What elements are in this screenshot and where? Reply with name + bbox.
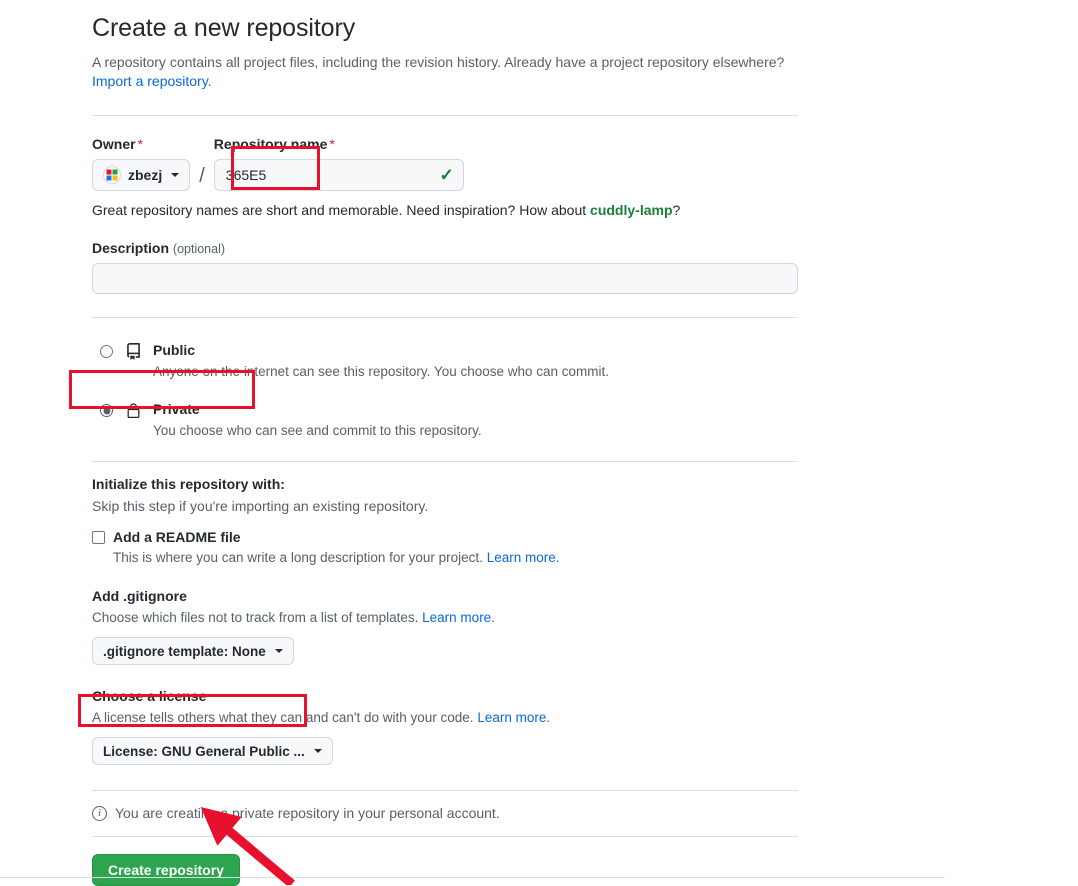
owner-field: Owner * zbezj	[92, 136, 191, 192]
gitignore-learn-more-link[interactable]: Learn more.	[422, 610, 495, 625]
check-icon: ✓	[439, 165, 454, 185]
repository-name-hint: Great repository names are short and mem…	[92, 202, 798, 218]
repository-name-input-wrap: ✓	[213, 159, 464, 192]
readme-label: Add a README file	[113, 529, 241, 546]
info-icon: i	[92, 805, 107, 821]
initialize-section: Initialize this repository with: Skip th…	[92, 462, 798, 766]
license-description: A license tells others what they can and…	[92, 710, 798, 725]
account-info-row: i You are creating a private repository …	[92, 805, 798, 821]
readme-description-text: This is where you can write a long descr…	[113, 550, 483, 566]
page-subtitle: A repository contains all project files,…	[92, 54, 785, 70]
owner-select-button[interactable]: zbezj	[92, 159, 191, 192]
gitignore-description-text: Choose which files not to track from a l…	[92, 610, 419, 626]
gitignore-section: Add .gitignore Choose which files not to…	[92, 588, 798, 666]
owner-name-text: zbezj	[128, 167, 163, 184]
repository-name-hint-suffix: ?	[672, 202, 681, 219]
create-repository-form: Create a new repository A repository con…	[92, 0, 798, 886]
chevron-down-icon	[313, 749, 322, 754]
chevron-down-icon	[274, 649, 283, 654]
license-select[interactable]: License: GNU General Public ...	[92, 737, 333, 766]
owner-label: Owner *	[92, 136, 144, 153]
gitignore-template-label: .gitignore template: None	[103, 643, 266, 659]
initialize-title: Initialize this repository with:	[92, 476, 285, 493]
description-input[interactable]	[92, 263, 798, 295]
repository-name-field: Repository name* ✓	[213, 136, 464, 192]
gitignore-description: Choose which files not to track from a l…	[92, 610, 798, 625]
readme-learn-more-link[interactable]: Learn more.	[487, 550, 560, 565]
initialize-subtitle: Skip this step if you're importing an ex…	[92, 498, 429, 515]
create-repository-button[interactable]: Create repository	[92, 854, 240, 886]
repository-name-label: Repository name *	[213, 136, 335, 153]
divider-footer	[92, 836, 798, 838]
suggested-name-link[interactable]: cuddly-lamp	[590, 202, 672, 218]
description-label: Description (optional)	[92, 240, 226, 257]
visibility-public-text: Public Anyone on the internet can see th…	[153, 342, 798, 379]
path-separator: /	[199, 165, 205, 188]
visibility-public-description: Anyone on the internet can see this repo…	[153, 364, 610, 380]
visibility-private-text: Private You choose who can see and commi…	[153, 401, 798, 438]
gitignore-title: Add .gitignore	[92, 588, 187, 605]
license-learn-more-link[interactable]: Learn more.	[477, 710, 550, 725]
license-title: Choose a license	[92, 688, 207, 705]
visibility-private-name: Private	[153, 401, 200, 418]
license-section: Choose a license A license tells others …	[92, 688, 798, 766]
radio-private[interactable]	[100, 404, 113, 418]
repository-name-hint-prefix: Great repository names are short and mem…	[92, 202, 591, 219]
import-repository-link[interactable]: Import a repository.	[92, 73, 212, 89]
account-info-text: You are creating a private repository in…	[115, 805, 500, 822]
visibility-option-private[interactable]: Private You choose who can see and commi…	[92, 393, 798, 440]
visibility-option-public[interactable]: Public Anyone on the internet can see th…	[92, 334, 798, 381]
page-bottom-rule	[0, 877, 945, 878]
readme-description: This is where you can write a long descr…	[113, 550, 798, 565]
owner-name-row: Owner * zbezj / Repository name * 365E5 …	[92, 136, 798, 192]
repository-name-input[interactable]	[213, 159, 464, 192]
description-field: Description (optional)	[92, 240, 798, 295]
page-title: Create a new repository	[92, 14, 356, 42]
owner-required-mark: *	[137, 136, 144, 153]
visibility-private-description: You choose who can see and commit to thi…	[153, 423, 482, 439]
radio-public[interactable]	[100, 345, 113, 359]
gitignore-template-select[interactable]: .gitignore template: None	[92, 637, 294, 666]
description-optional-tag: (optional)	[172, 242, 226, 257]
visibility-section: Public Anyone on the internet can see th…	[92, 318, 798, 440]
divider-header	[92, 115, 798, 117]
license-description-text: A license tells others what they can and…	[92, 710, 474, 726]
license-select-label: License: GNU General Public ...	[103, 743, 305, 759]
chevron-down-icon	[171, 173, 180, 178]
visibility-public-name: Public	[153, 342, 196, 359]
divider-initialize	[92, 790, 798, 792]
user-avatar-identicon-icon	[103, 166, 121, 185]
readme-checkbox-row[interactable]: Add a README file	[92, 529, 798, 545]
lock-icon	[125, 402, 143, 424]
import-repository-line: Import a repository.	[92, 73, 798, 89]
repo-book-icon	[125, 343, 143, 365]
repository-name-required-mark: *	[329, 136, 335, 153]
create-repository-page: Create a new repository A repository con…	[0, 0, 1078, 886]
checkbox-add-readme[interactable]	[92, 531, 105, 545]
